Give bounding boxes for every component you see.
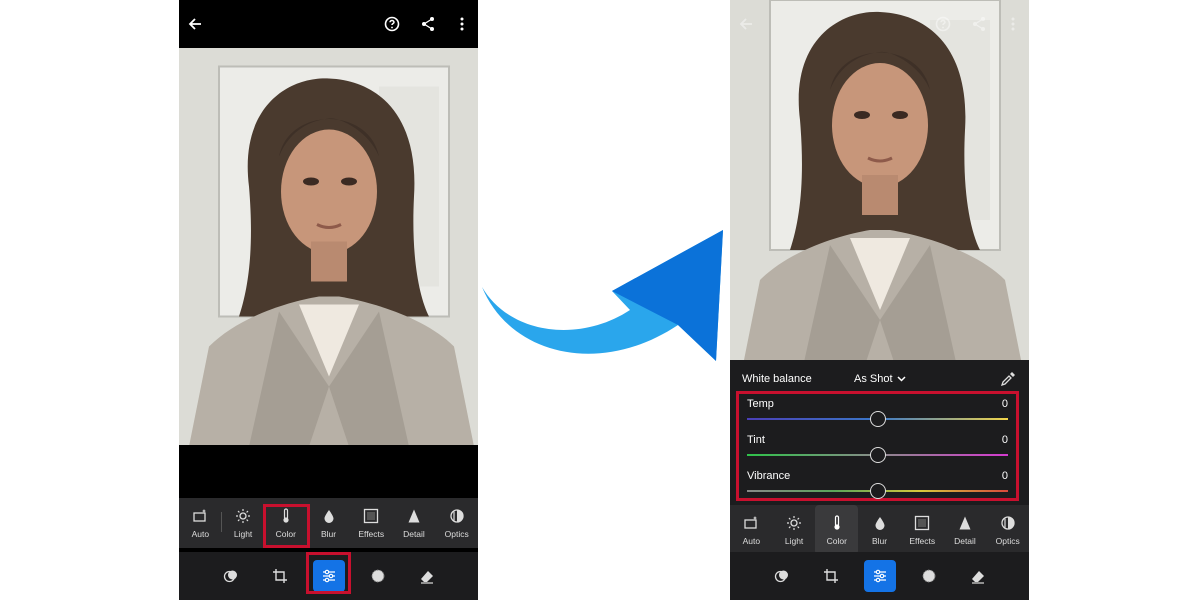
slider-value: 0 bbox=[1001, 434, 1008, 446]
crop-button[interactable] bbox=[815, 560, 847, 592]
tool-label: Auto bbox=[742, 536, 761, 546]
more-options-icon[interactable] bbox=[997, 8, 1029, 40]
tool-blur[interactable]: Blur bbox=[307, 498, 350, 548]
vibrance-slider[interactable]: Vibrance 0 bbox=[747, 468, 1008, 502]
eraser-button[interactable] bbox=[411, 560, 443, 592]
tool-light[interactable]: Light bbox=[222, 498, 265, 548]
eraser-icon bbox=[420, 571, 433, 584]
tool-detail[interactable]: Detail bbox=[393, 498, 436, 548]
auto-icon bbox=[193, 509, 207, 522]
help-icon[interactable] bbox=[376, 8, 408, 40]
edit-button[interactable] bbox=[863, 560, 896, 592]
back-arrow-icon[interactable] bbox=[730, 8, 762, 40]
slider-label: Tint bbox=[747, 434, 765, 446]
top-bar bbox=[730, 0, 1029, 48]
masking-icon bbox=[371, 569, 384, 583]
share-icon[interactable] bbox=[963, 8, 995, 40]
tint-slider[interactable]: Tint 0 bbox=[747, 432, 1008, 466]
white-balance-label: White balance bbox=[742, 373, 812, 385]
eraser-button[interactable] bbox=[962, 560, 994, 592]
drop-icon bbox=[875, 517, 885, 530]
tool-label: Optics bbox=[995, 536, 1020, 546]
effects-icon bbox=[364, 508, 379, 524]
left-phone-screen: Auto Light Color Blur Effects Detail Opt… bbox=[179, 0, 478, 600]
sliders-highlight: Temp 0 Tint 0 Vibrance 0 bbox=[736, 391, 1019, 501]
more-options-icon[interactable] bbox=[446, 8, 478, 40]
effects-icon bbox=[915, 515, 930, 531]
bottom-bar bbox=[730, 552, 1029, 600]
chevron-down-icon bbox=[897, 376, 906, 382]
tool-effects[interactable]: Effects bbox=[350, 498, 393, 548]
temp-slider[interactable]: Temp 0 bbox=[747, 396, 1008, 430]
tool-label: Blur bbox=[871, 536, 888, 546]
tool-color[interactable]: Color bbox=[815, 505, 859, 555]
white-balance-dropdown[interactable]: As Shot bbox=[854, 373, 906, 385]
presets-icon bbox=[223, 570, 237, 583]
auto-icon bbox=[744, 516, 758, 529]
right-phone-screen: White balance As Shot Temp 0 Tint 0 Vibr… bbox=[730, 0, 1029, 600]
photo-canvas[interactable] bbox=[179, 48, 478, 445]
slider-value: 0 bbox=[1001, 398, 1008, 410]
slider-label: Temp bbox=[747, 398, 774, 410]
masking-button[interactable] bbox=[362, 560, 394, 592]
tool-label: Color bbox=[826, 536, 847, 546]
photo-canvas[interactable] bbox=[730, 0, 1029, 360]
tool-label: Optics bbox=[444, 529, 469, 539]
presets-icon bbox=[774, 570, 788, 583]
tool-label: Effects bbox=[358, 529, 385, 539]
tool-optics[interactable]: Optics bbox=[435, 498, 478, 548]
crop-icon bbox=[823, 569, 838, 583]
eyedropper-icon[interactable] bbox=[999, 370, 1017, 388]
edit-tools-row: Auto Light Color Blur Effects Detail Opt… bbox=[179, 498, 478, 548]
thermometer-icon bbox=[834, 515, 840, 530]
slider-thumb[interactable] bbox=[869, 411, 886, 427]
sun-icon bbox=[787, 516, 802, 530]
tool-label: Detail bbox=[403, 529, 425, 539]
slider-value: 0 bbox=[1001, 470, 1008, 482]
tool-label: Light bbox=[784, 536, 804, 546]
color-tool-highlight bbox=[263, 504, 310, 548]
color-panel: White balance As Shot Temp 0 Tint 0 Vibr… bbox=[730, 360, 1029, 505]
tool-label: Light bbox=[233, 529, 253, 539]
crop-button[interactable] bbox=[264, 560, 296, 592]
tool-label: Blur bbox=[320, 529, 337, 539]
share-icon[interactable] bbox=[412, 8, 444, 40]
eraser-icon bbox=[971, 571, 984, 584]
slider-label: Vibrance bbox=[747, 470, 791, 482]
help-icon[interactable] bbox=[927, 8, 959, 40]
white-balance-row: White balance As Shot bbox=[742, 370, 1017, 388]
top-bar bbox=[179, 0, 478, 48]
drop-icon bbox=[324, 510, 334, 523]
tool-blur[interactable]: Blur bbox=[858, 505, 901, 555]
back-arrow-icon[interactable] bbox=[179, 8, 211, 40]
tool-light[interactable]: Light bbox=[773, 505, 816, 555]
tool-auto[interactable]: Auto bbox=[730, 505, 773, 555]
tool-effects[interactable]: Effects bbox=[901, 505, 944, 555]
tool-label: Effects bbox=[909, 536, 936, 546]
sliders-icon bbox=[873, 569, 886, 583]
tool-label: Auto bbox=[191, 529, 210, 539]
triangle-icon bbox=[408, 509, 420, 523]
masking-icon bbox=[922, 569, 935, 583]
tool-optics[interactable]: Optics bbox=[986, 505, 1029, 555]
slider-thumb[interactable] bbox=[869, 483, 886, 499]
transition-arrow bbox=[482, 230, 723, 361]
lens-icon bbox=[450, 509, 464, 523]
presets-button[interactable] bbox=[766, 560, 798, 592]
lens-icon bbox=[1001, 516, 1015, 530]
slider-thumb[interactable] bbox=[869, 447, 886, 463]
tool-detail[interactable]: Detail bbox=[944, 505, 987, 555]
sun-icon bbox=[236, 509, 251, 523]
tool-label: Detail bbox=[954, 536, 976, 546]
masking-button[interactable] bbox=[913, 560, 945, 592]
crop-icon bbox=[272, 569, 287, 583]
edit-button-highlight bbox=[306, 552, 351, 594]
triangle-icon bbox=[959, 516, 971, 530]
white-balance-value: As Shot bbox=[854, 373, 893, 385]
edit-tools-row: Auto Light Color Blur Effects Detail Opt… bbox=[730, 505, 1029, 555]
presets-button[interactable] bbox=[215, 560, 247, 592]
tool-auto[interactable]: Auto bbox=[179, 498, 222, 548]
